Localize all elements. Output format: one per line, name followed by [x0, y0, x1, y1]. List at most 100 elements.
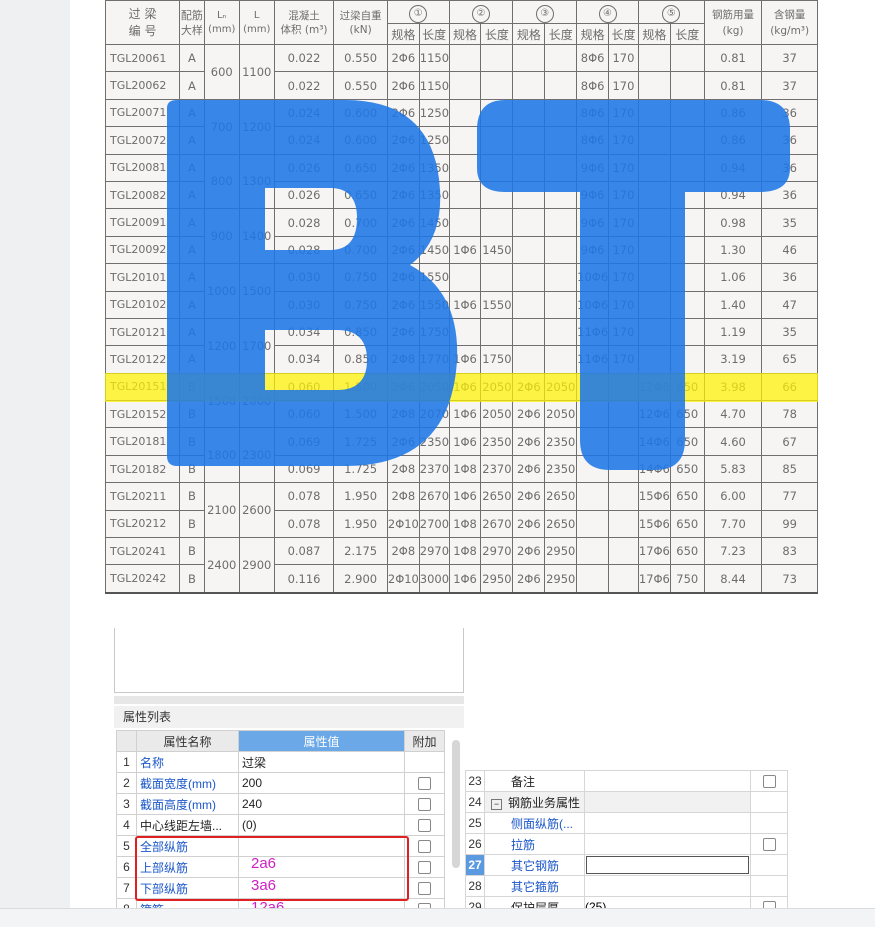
property-scrollbar[interactable]	[452, 740, 460, 868]
lintel-code: TGL20061	[104, 43, 181, 73]
lintel-cell: 650	[669, 454, 705, 484]
lintel-cell: 1Φ8	[448, 537, 482, 566]
row-number: 23	[465, 770, 485, 792]
lintel-cell: 1200	[203, 317, 240, 374]
lintel-cell	[512, 345, 546, 374]
lintel-cell: 14Φ6	[637, 454, 671, 484]
property-value[interactable]: 过梁	[238, 751, 405, 773]
lintel-cell: 2Φ6	[512, 537, 546, 566]
property-row[interactable]: 27 其它钢筋	[465, 854, 788, 876]
prop-name-header[interactable]: 属性名称	[136, 730, 239, 752]
hdr-bar-1: ①	[386, 0, 450, 24]
property-value[interactable]	[584, 770, 751, 792]
property-value-editor[interactable]	[584, 854, 751, 876]
lintel-cell: 2350	[544, 427, 578, 456]
lintel-cell: 0.022	[273, 71, 335, 100]
collapse-icon[interactable]: −	[491, 798, 502, 810]
property-row[interactable]: 26 拉筋	[465, 833, 788, 855]
lintel-cell	[512, 180, 546, 210]
extra-checkbox[interactable]	[418, 882, 431, 896]
lintel-cell	[480, 263, 514, 292]
lintel-cell: 650	[669, 482, 705, 511]
lintel-cell: 14Φ6	[637, 427, 671, 456]
property-row[interactable]: 25 侧面纵筋(...	[465, 812, 788, 834]
extra-cell	[750, 770, 788, 792]
lintel-cell: B	[179, 400, 205, 429]
lintel-cell	[637, 153, 671, 182]
lintel-cell	[448, 317, 482, 347]
property-value[interactable]: 200	[238, 772, 405, 794]
property-group-row[interactable]: 24− 钢筋业务属性	[465, 791, 788, 813]
property-name: 截面宽度(mm)	[136, 772, 239, 794]
property-row[interactable]: 28 其它箍筋	[465, 875, 788, 897]
property-row[interactable]: 23 备注	[465, 770, 788, 792]
lintel-cell	[480, 153, 514, 182]
lintel-row: TGL20101 A 1000 1500 0.030 0.750 2Φ6 1550 10Φ6 17…	[104, 263, 818, 319]
lintel-cell: 0.750	[333, 263, 388, 292]
lintel-cell	[544, 317, 578, 347]
property-value[interactable]	[584, 833, 751, 855]
lintel-cell: 46	[761, 235, 818, 265]
panel-splitter[interactable]	[114, 696, 464, 704]
prop-value-header[interactable]: 属性值	[238, 730, 405, 752]
lintel-cell: 73	[761, 564, 818, 593]
extra-checkbox[interactable]	[418, 840, 431, 854]
property-row[interactable]: 1 名称 过梁	[116, 751, 445, 773]
property-row[interactable]: 3 截面高度(mm) 240	[116, 793, 445, 815]
lintel-cell: A	[179, 345, 205, 374]
property-value[interactable]	[584, 875, 751, 897]
lintel-cell: 2650	[544, 482, 578, 511]
property-value[interactable]: 240	[238, 793, 405, 815]
bottom-bar	[0, 908, 875, 927]
value-input[interactable]	[586, 856, 749, 874]
lintel-cell	[637, 290, 671, 319]
property-value[interactable]	[584, 812, 751, 834]
lintel-cell	[637, 263, 671, 292]
property-name-cell: 备注	[484, 770, 585, 792]
lintel-cell: 1750	[480, 345, 514, 374]
lintel-cell: 1.725	[333, 454, 388, 484]
lintel-cell: 0.600	[333, 126, 388, 155]
property-row[interactable]: 2 截面宽度(mm) 200	[116, 772, 445, 794]
lintel-cell: 36	[761, 98, 818, 128]
property-row[interactable]: 4 中心线距左墙... (0)	[116, 814, 445, 836]
extra-cell	[404, 814, 445, 836]
lintel-cell: 2950	[480, 564, 514, 593]
prop-extra-header[interactable]: 附加	[404, 730, 445, 752]
lintel-cell: 170	[608, 43, 639, 73]
property-value[interactable]	[238, 835, 405, 857]
extra-checkbox[interactable]	[418, 798, 431, 812]
lintel-cell	[669, 345, 705, 374]
lintel-cell: 12Φ6	[637, 372, 671, 402]
extra-checkbox[interactable]	[418, 861, 431, 875]
lintel-cell: 35	[761, 208, 818, 237]
property-value[interactable]	[584, 791, 751, 813]
lintel-cell: 1.500	[333, 400, 388, 429]
hdr-spec: 规格	[637, 23, 671, 45]
lintel-cell: 66	[761, 372, 818, 402]
lintel-cell: 1770	[418, 345, 450, 374]
property-row[interactable]: 6 上部纵筋	[116, 856, 445, 878]
lintel-cell: 2Φ6	[386, 153, 420, 182]
lintel-cell: 1450	[418, 208, 450, 237]
lintel-cell	[637, 98, 671, 128]
lintel-cell: 2950	[544, 537, 578, 566]
lintel-cell: 170	[608, 98, 639, 128]
lintel-cell: A	[179, 98, 205, 128]
lintel-cell	[448, 126, 482, 155]
lintel-cell	[544, 263, 578, 292]
hdr-steel-ratio: 含钢量 (kg/m³)	[761, 0, 818, 45]
lintel-cell: 0.86	[703, 126, 763, 155]
property-row[interactable]: 5 全部纵筋	[116, 835, 445, 857]
lintel-cell: 4.70	[703, 400, 763, 429]
lintel-cell: 750	[669, 564, 705, 593]
lintel-cell: 0.650	[333, 153, 388, 182]
lintel-cell: A	[179, 71, 205, 100]
extra-checkbox[interactable]	[418, 819, 431, 833]
property-row[interactable]: 7 下部纵筋	[116, 877, 445, 899]
extra-checkbox[interactable]	[762, 838, 776, 852]
extra-checkbox[interactable]	[762, 775, 776, 789]
property-value[interactable]: (0)	[238, 814, 405, 836]
extra-checkbox[interactable]	[418, 777, 431, 791]
component-list-area	[114, 628, 464, 693]
